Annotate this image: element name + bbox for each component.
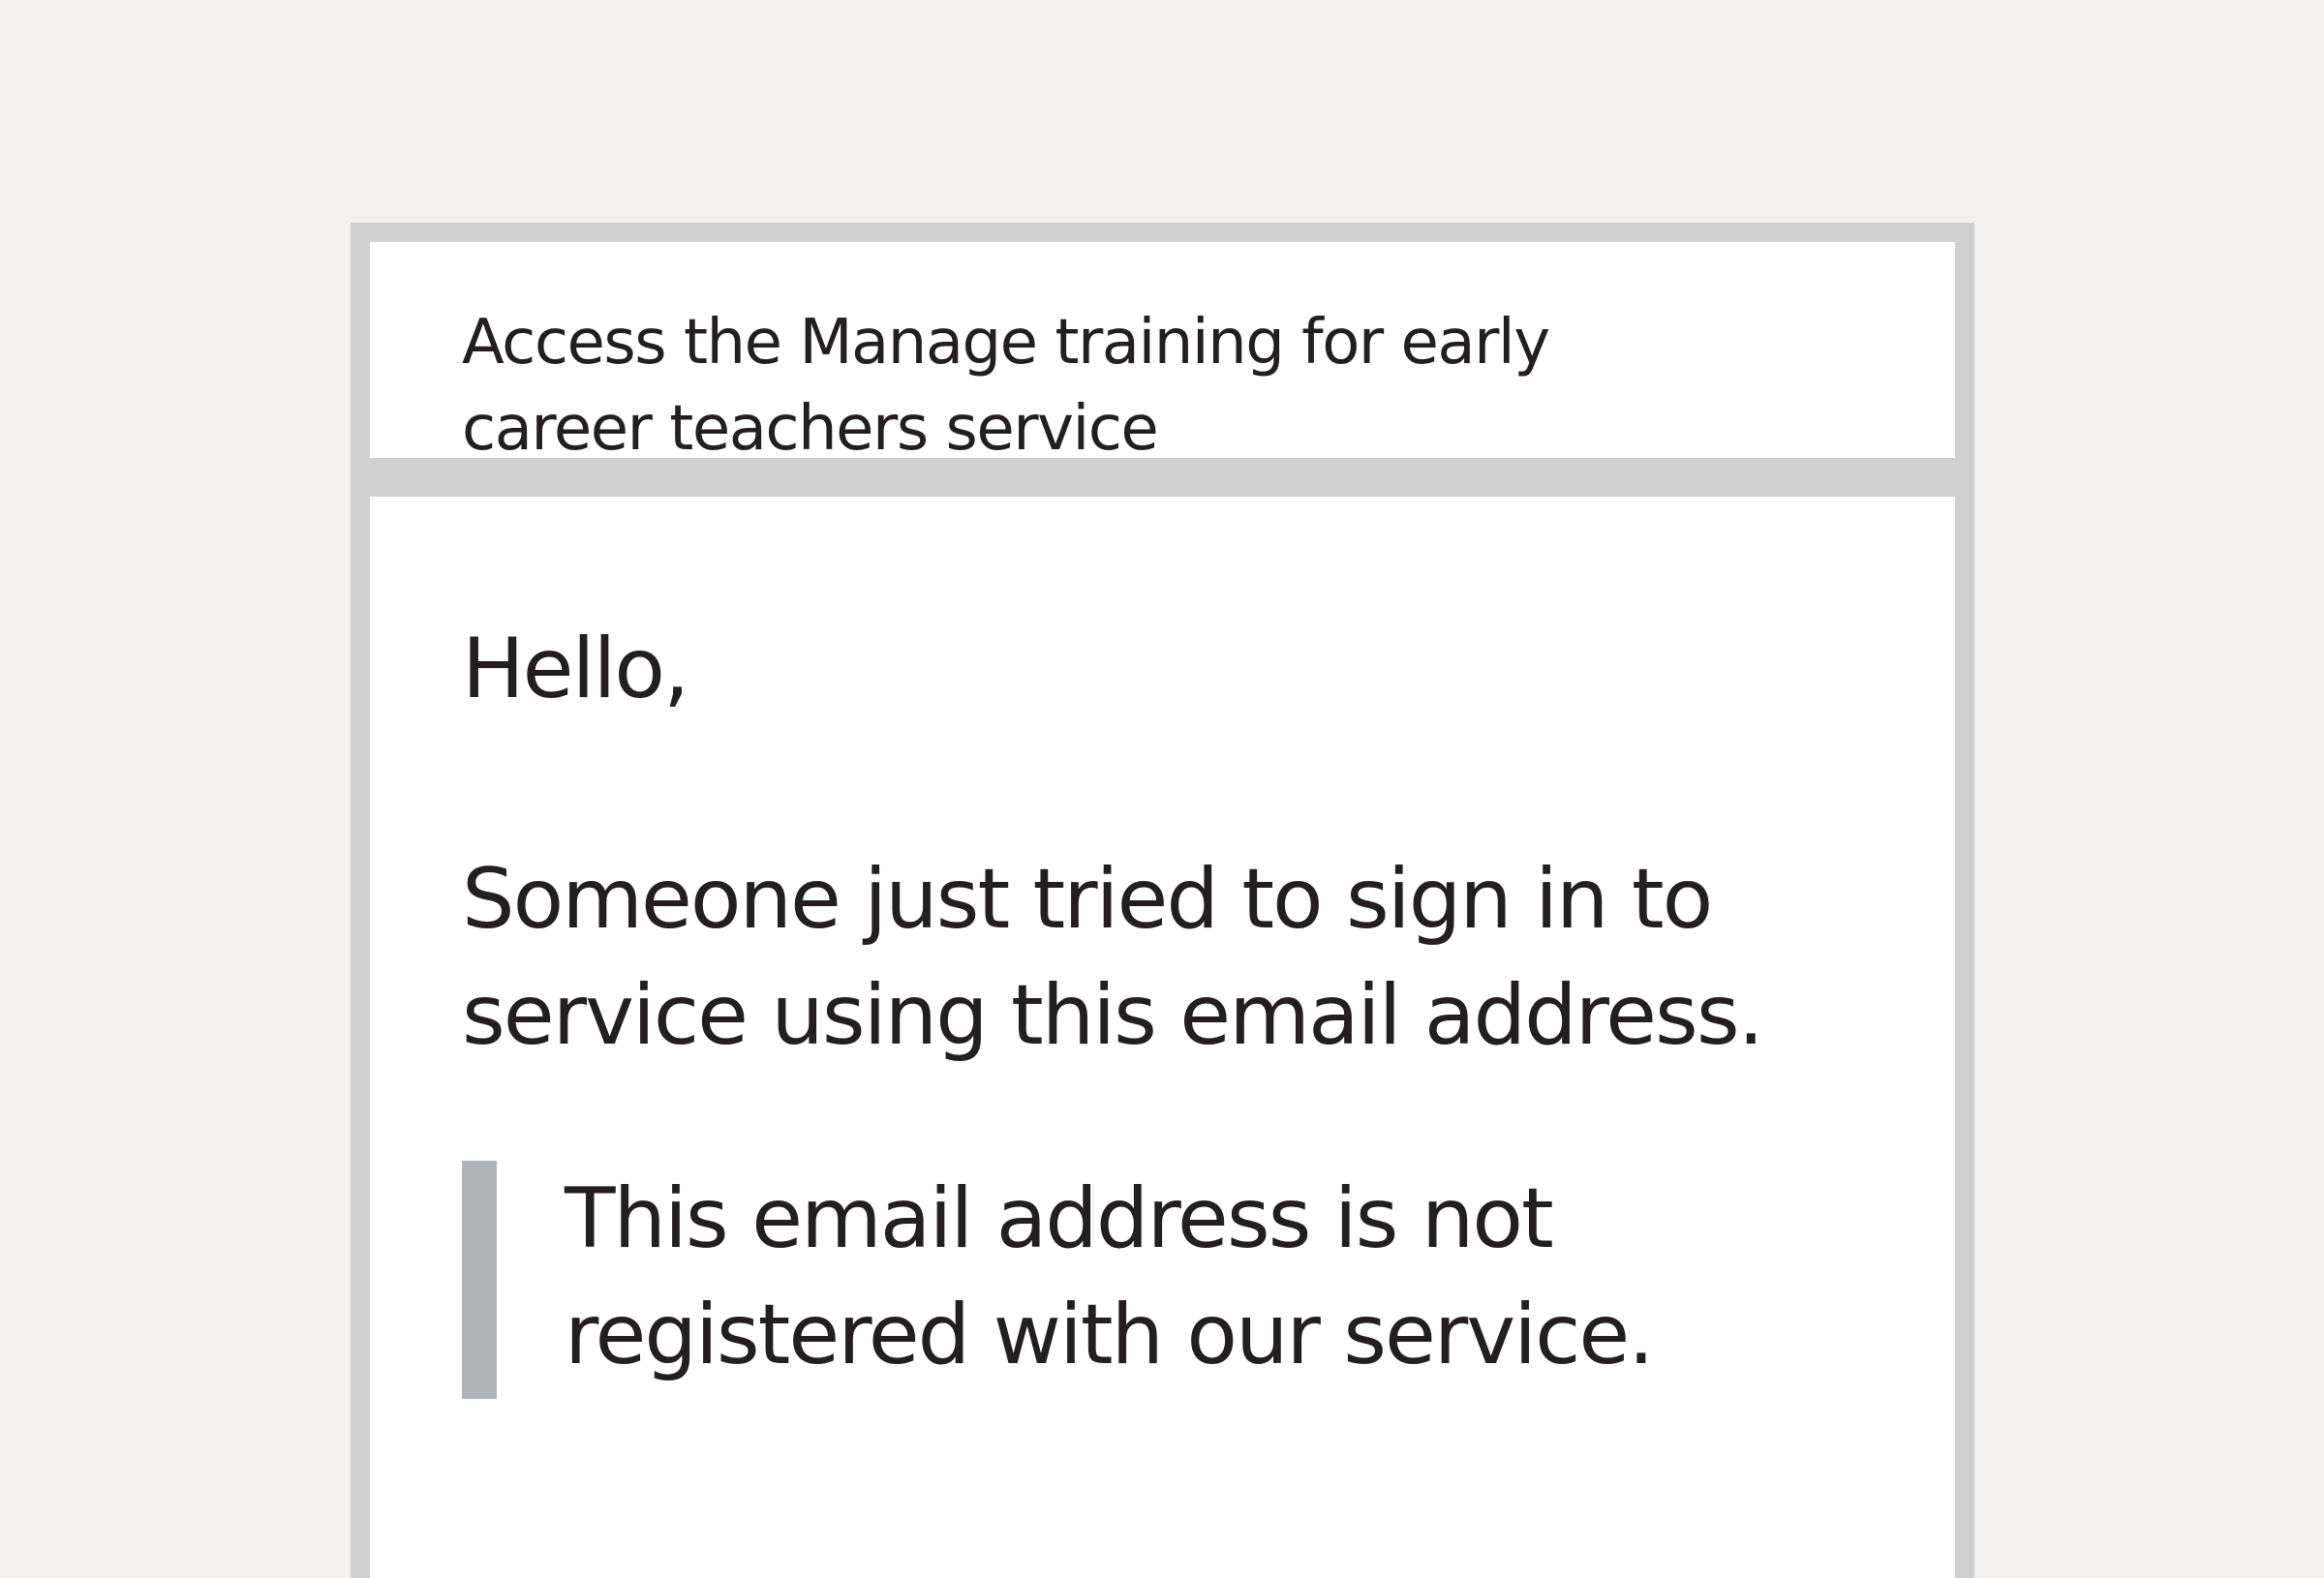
email-body: Hello, Someone just tried to sign in to … [370, 497, 1955, 1578]
inset-message: This email address is not registered wit… [565, 1170, 1655, 1383]
inset-text: This email address is not registered wit… [462, 1161, 1866, 1399]
email-paragraph: Someone just tried to sign in to service… [462, 851, 1764, 1064]
email-header: Access the Manage training for early car… [370, 242, 1955, 465]
email-subject: Access the Manage training for early car… [462, 307, 1550, 465]
email-greeting: Hello, [462, 621, 689, 717]
email-preview-frame: Access the Manage training for early car… [351, 223, 1974, 1578]
